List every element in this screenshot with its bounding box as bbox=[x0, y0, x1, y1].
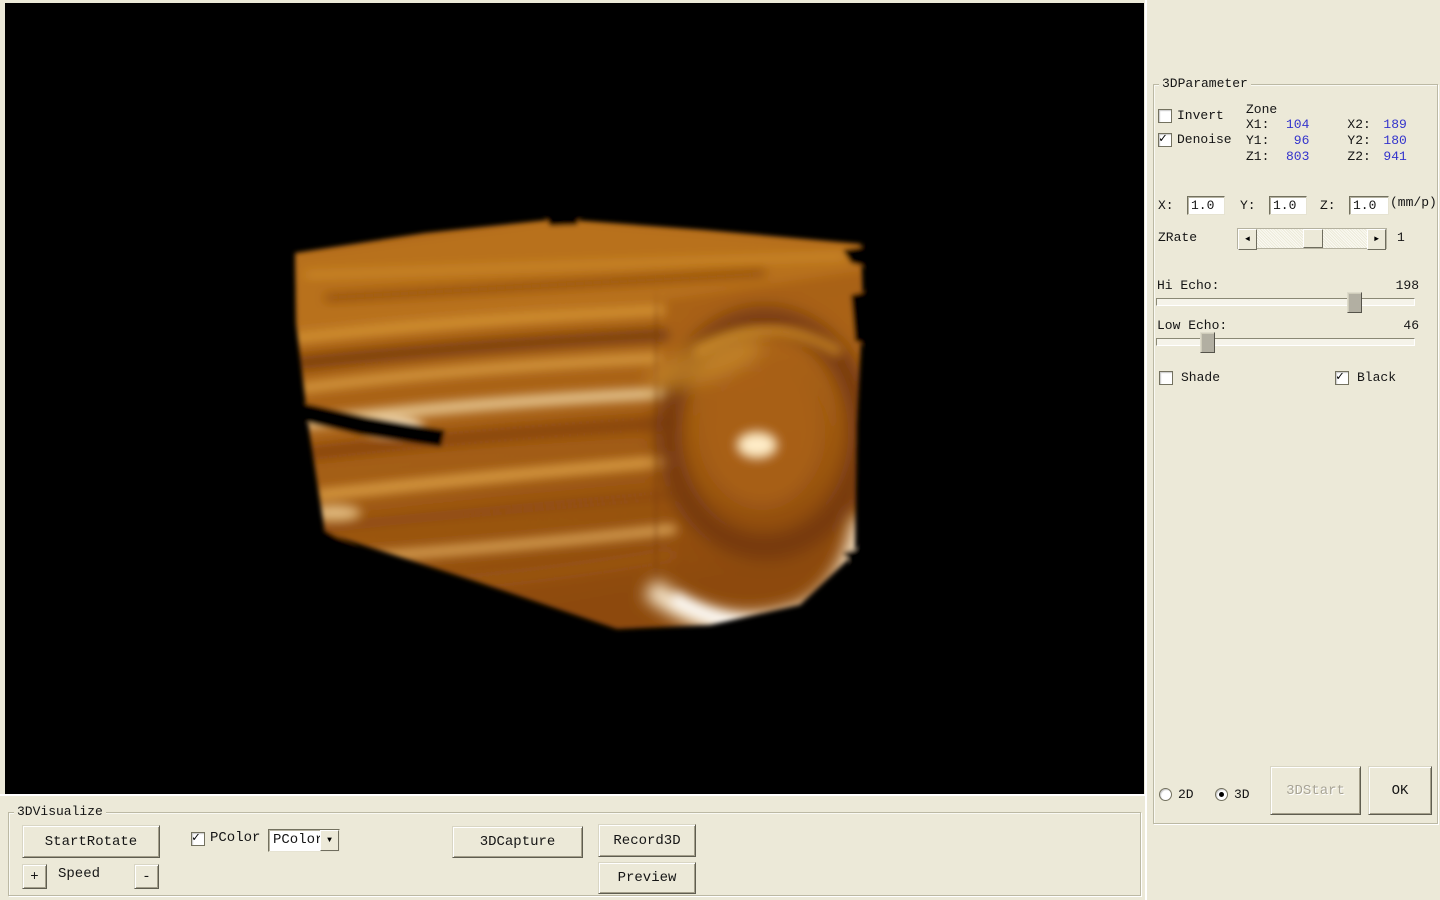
hi-echo-value: 198 bbox=[1379, 278, 1419, 293]
y-scale-label: Y: bbox=[1240, 198, 1256, 213]
mode-3d-radio[interactable] bbox=[1215, 788, 1228, 801]
zone-z2-value: 941 bbox=[1371, 149, 1407, 164]
zone-y2-value: 180 bbox=[1371, 133, 1407, 148]
speed-label: Speed bbox=[58, 867, 100, 882]
denoise-checkbox[interactable] bbox=[1158, 133, 1172, 147]
zone-z1-value: 803 bbox=[1269, 149, 1309, 164]
speed-plus-button[interactable]: + bbox=[22, 864, 47, 889]
pcolor-checkbox[interactable] bbox=[191, 832, 205, 846]
zone-z2-label: Z2: bbox=[1347, 149, 1370, 164]
denoise-label: Denoise bbox=[1177, 132, 1232, 147]
mode-2d-radio[interactable] bbox=[1159, 788, 1172, 801]
x-scale-input[interactable] bbox=[1187, 196, 1225, 215]
black-checkbox[interactable] bbox=[1335, 371, 1349, 385]
visualize-bar: 3DVisualize StartRotate PColor PColor ▼ … bbox=[0, 794, 1145, 900]
y-scale-input[interactable] bbox=[1269, 196, 1307, 215]
z-scale-label: Z: bbox=[1320, 198, 1336, 213]
ok-button[interactable]: OK bbox=[1368, 766, 1432, 815]
zrate-label: ZRate bbox=[1158, 230, 1197, 245]
mode-3d-label: 3D bbox=[1234, 787, 1250, 802]
speed-minus-button[interactable]: - bbox=[134, 864, 159, 889]
zone-x2-value: 189 bbox=[1371, 117, 1407, 132]
parameter-sidebar: 3DParameter Invert Denoise Zone X1:104 X2… bbox=[1145, 0, 1440, 900]
black-label: Black bbox=[1357, 370, 1396, 385]
hi-echo-track[interactable] bbox=[1156, 298, 1415, 306]
zrate-scroll-right-icon[interactable]: ► bbox=[1367, 229, 1386, 250]
low-echo-thumb[interactable] bbox=[1200, 332, 1215, 353]
low-echo-track[interactable] bbox=[1156, 338, 1415, 346]
zrate-scroll-left-icon[interactable]: ◄ bbox=[1238, 229, 1257, 250]
invert-checkbox[interactable] bbox=[1158, 109, 1172, 123]
scale-unit-label: (mm/p) bbox=[1390, 195, 1437, 210]
low-echo-value: 46 bbox=[1379, 318, 1419, 333]
low-echo-label: Low Echo: bbox=[1157, 318, 1227, 333]
hi-echo-label: Hi Echo: bbox=[1157, 278, 1219, 293]
pcolor-dropdown-value: PColor bbox=[269, 830, 320, 851]
parameter-groupbox: 3DParameter Invert Denoise Zone X1:104X2… bbox=[1153, 84, 1438, 824]
zone-label: Zone bbox=[1246, 102, 1277, 117]
pcolor-label: PColor bbox=[210, 831, 260, 846]
pcolor-dropdown[interactable]: PColor ▼ bbox=[268, 829, 340, 852]
3dcapture-button[interactable]: 3DCapture bbox=[452, 826, 583, 858]
preview-button[interactable]: Preview bbox=[598, 862, 696, 894]
start-rotate-button[interactable]: StartRotate bbox=[22, 825, 160, 858]
hi-echo-thumb[interactable] bbox=[1347, 292, 1362, 313]
invert-label: Invert bbox=[1177, 108, 1224, 123]
zone-y2-label: Y2: bbox=[1347, 133, 1370, 148]
mode-2d-label: 2D bbox=[1178, 787, 1194, 802]
record3d-button[interactable]: Record3D bbox=[598, 824, 696, 857]
zone-x1-label: X1: bbox=[1246, 117, 1269, 132]
hi-echo-slider[interactable] bbox=[1156, 292, 1415, 312]
zone-row: X1:104 X2:189 bbox=[1246, 117, 1411, 132]
z-scale-input[interactable] bbox=[1349, 196, 1389, 215]
application-window: 3DParameter Invert Denoise Zone X1:104 X2… bbox=[0, 0, 1440, 900]
shade-checkbox[interactable] bbox=[1159, 371, 1173, 385]
shade-label: Shade bbox=[1181, 370, 1220, 385]
zrate-scroll-track[interactable] bbox=[1257, 229, 1367, 248]
zrate-value: 1 bbox=[1397, 230, 1405, 245]
chevron-down-icon[interactable]: ▼ bbox=[320, 830, 339, 851]
zone-row: Y1:96 Y2:180 bbox=[1246, 133, 1411, 148]
low-echo-slider[interactable] bbox=[1156, 332, 1415, 352]
zrate-scrollbar[interactable]: ◄ ► bbox=[1237, 228, 1387, 249]
parameter-group-title: 3DParameter bbox=[1159, 76, 1251, 91]
zone-y1-value: 96 bbox=[1269, 133, 1309, 148]
zone-z1-label: Z1: bbox=[1246, 149, 1269, 164]
zone-x1-value: 104 bbox=[1269, 117, 1309, 132]
x-scale-label: X: bbox=[1158, 198, 1174, 213]
3d-viewport[interactable] bbox=[5, 3, 1144, 794]
zone-row: Z1:803 Z2:941 bbox=[1246, 149, 1411, 164]
visualize-group-title: 3DVisualize bbox=[14, 804, 106, 819]
zone-x2-label: X2: bbox=[1347, 117, 1370, 132]
3dstart-button[interactable]: 3DStart bbox=[1270, 766, 1361, 815]
visualize-groupbox: 3DVisualize StartRotate PColor PColor ▼ … bbox=[8, 812, 1141, 896]
zone-y1-label: Y1: bbox=[1246, 133, 1269, 148]
zrate-scroll-thumb[interactable] bbox=[1303, 229, 1323, 248]
ultrasound-volume-render bbox=[5, 3, 1144, 794]
